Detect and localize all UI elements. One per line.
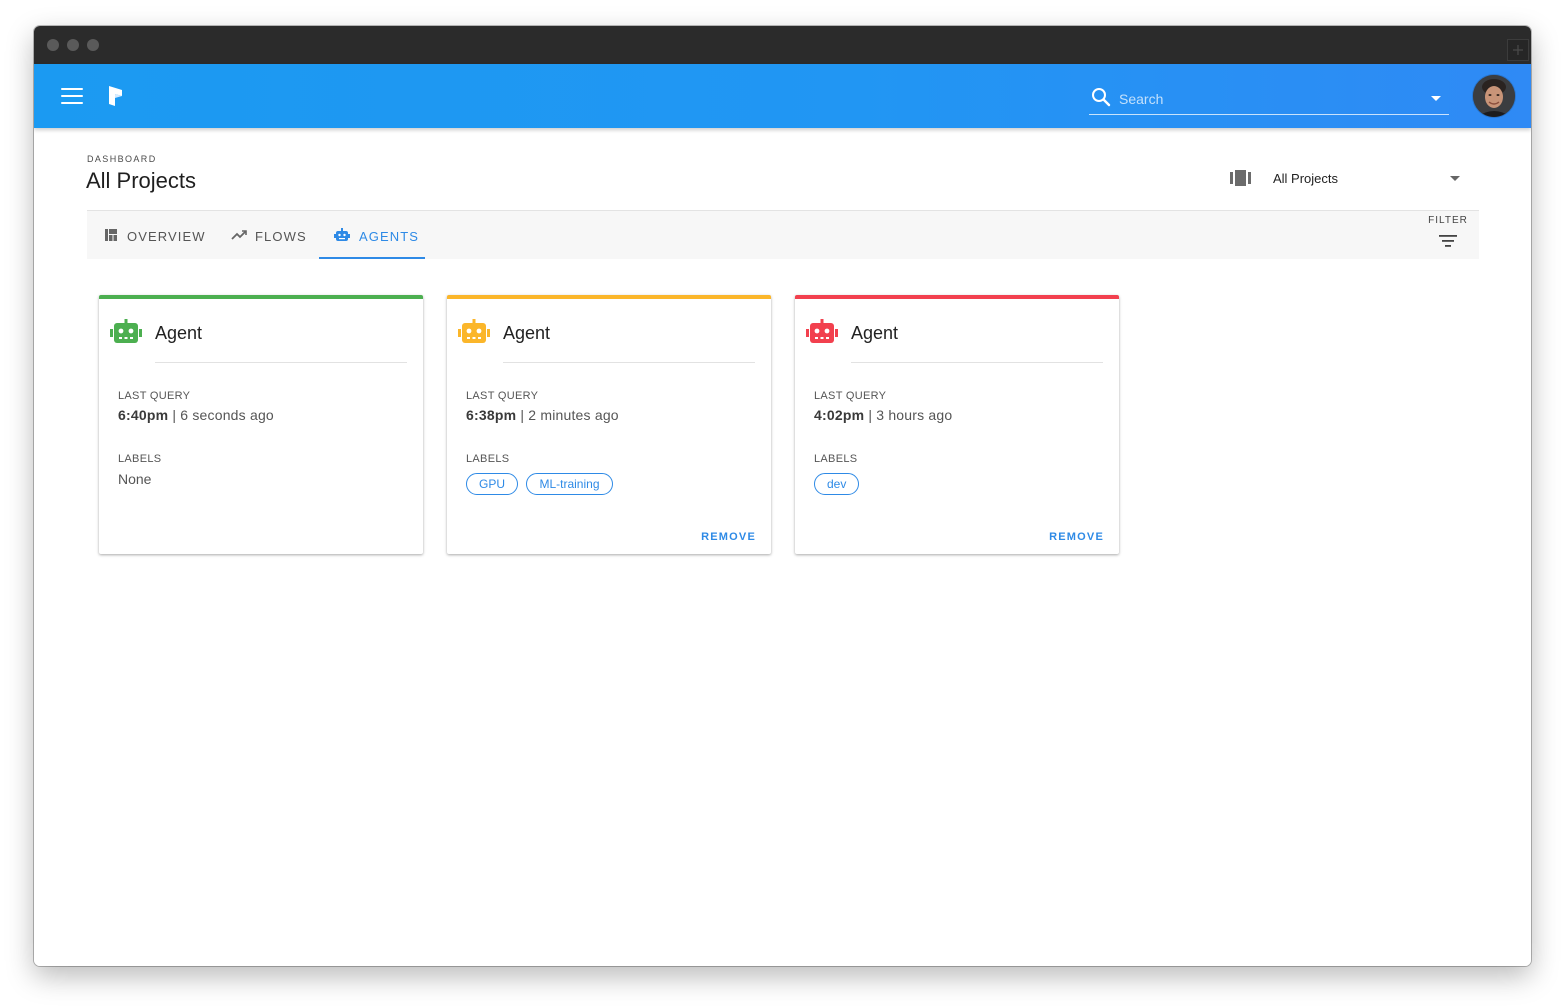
robot-icon xyxy=(806,319,838,343)
robot-icon xyxy=(458,319,490,343)
project-select[interactable]: All Projects xyxy=(1273,162,1465,192)
last-query-value: 6:38pm | 2 minutes ago xyxy=(466,407,619,423)
view-array-icon xyxy=(1230,170,1251,186)
user-avatar[interactable] xyxy=(1473,75,1515,117)
search-icon xyxy=(1092,88,1111,107)
last-query-ago: | 3 hours ago xyxy=(864,407,953,423)
menu-icon-line xyxy=(61,95,83,97)
last-query-label: LAST QUERY xyxy=(466,390,539,402)
robot-icon xyxy=(334,228,350,241)
main-content: DASHBOARD All Projects All Projects OVER… xyxy=(34,128,1531,966)
window-minimize-dot[interactable] xyxy=(67,39,79,51)
window-zoom-dot[interactable] xyxy=(87,39,99,51)
filter-label: FILTER xyxy=(1428,215,1468,226)
menu-icon-line xyxy=(61,88,83,90)
tab-agents-label: AGENTS xyxy=(359,229,420,244)
menu-button[interactable] xyxy=(61,88,83,104)
last-query-ago: | 6 seconds ago xyxy=(168,407,274,423)
label-chip[interactable]: ML-training xyxy=(526,473,613,495)
view-quilt-icon xyxy=(105,229,117,241)
trending-up-icon xyxy=(231,230,247,240)
last-query-ago: | 2 minutes ago xyxy=(516,407,619,423)
last-query-time: 6:40pm xyxy=(118,407,169,423)
browser-window: DASHBOARD All Projects All Projects OVER… xyxy=(34,26,1531,966)
last-query-value: 4:02pm | 3 hours ago xyxy=(814,407,952,423)
remove-agent-button[interactable]: REMOVE xyxy=(1049,531,1104,543)
labels-label: LABELS xyxy=(118,453,162,465)
labels-none: None xyxy=(118,471,152,487)
card-divider xyxy=(155,362,407,363)
card-divider xyxy=(851,362,1103,363)
tab-flows-label: FLOWS xyxy=(255,229,307,244)
menu-icon-line xyxy=(61,102,83,104)
search-input[interactable] xyxy=(1117,86,1411,112)
label-chip[interactable]: GPU xyxy=(466,473,519,495)
agent-name: Agent xyxy=(851,323,899,343)
last-query-label: LAST QUERY xyxy=(118,390,191,402)
prefect-logo-icon[interactable] xyxy=(108,85,124,107)
robot-icon xyxy=(110,319,142,343)
last-query-time: 4:02pm xyxy=(814,407,865,423)
last-query-label: LAST QUERY xyxy=(814,390,887,402)
filter-button[interactable]: FILTER xyxy=(1426,215,1470,255)
tab-overview-label: OVERVIEW xyxy=(127,229,206,244)
labels-label: LABELS xyxy=(814,453,858,465)
window-titlebar xyxy=(34,26,1531,64)
plus-icon xyxy=(1513,45,1523,55)
window-close-dot[interactable] xyxy=(47,39,59,51)
search-bar[interactable] xyxy=(1089,84,1449,115)
agent-card: Agent LAST QUERY 6:38pm | 2 minutes ago … xyxy=(447,295,771,554)
chevron-down-icon xyxy=(1450,176,1460,181)
tab-bar: OVERVIEW FLOWS AGENTS FILTER xyxy=(87,210,1479,259)
agent-name: Agent xyxy=(503,323,551,343)
project-select-value: All Projects xyxy=(1273,171,1339,186)
labels-label: LABELS xyxy=(466,453,510,465)
agent-card: Agent LAST QUERY 6:40pm | 6 seconds ago … xyxy=(99,295,423,554)
last-query-time: 6:38pm xyxy=(466,407,517,423)
tab-overview[interactable]: OVERVIEW xyxy=(87,211,213,258)
label-chip[interactable]: dev xyxy=(814,473,860,495)
remove-agent-button[interactable]: REMOVE xyxy=(701,531,756,543)
agent-name: Agent xyxy=(155,323,203,343)
user-photo-icon xyxy=(1473,75,1515,117)
label-chips: GPU ML-training xyxy=(466,473,617,495)
app-bar xyxy=(34,64,1531,128)
last-query-value: 6:40pm | 6 seconds ago xyxy=(118,407,274,423)
breadcrumb[interactable]: DASHBOARD xyxy=(87,154,157,164)
search-dropdown-caret-icon[interactable] xyxy=(1431,96,1441,101)
page-title: All Projects xyxy=(86,168,197,193)
tab-flows[interactable]: FLOWS xyxy=(217,211,317,258)
agent-card: Agent LAST QUERY 4:02pm | 3 hours ago LA… xyxy=(795,295,1119,554)
label-chips: dev xyxy=(814,473,863,495)
card-divider xyxy=(503,362,755,363)
tab-agents[interactable]: AGENTS xyxy=(319,211,425,259)
new-tab-button[interactable] xyxy=(1507,39,1529,61)
filter-list-icon xyxy=(1439,235,1457,247)
